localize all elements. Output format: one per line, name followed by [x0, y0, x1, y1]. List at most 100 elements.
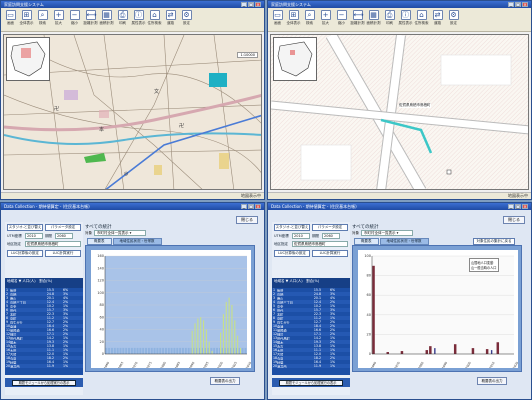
close-panel-button[interactable]: 閉じる [503, 216, 525, 224]
toolbar-icon: ⟷ [85, 10, 97, 20]
luc-run-button[interactable]: LUC計算実行 [45, 250, 81, 257]
road-map[interactable]: 佐賀県鳥栖市鳥栖町 [270, 34, 529, 190]
sort-button[interactable]: スタジオ-と並び替え [274, 224, 310, 231]
parameter-button[interactable]: パラメータ設定 [45, 224, 81, 231]
bar [156, 347, 159, 354]
region-list[interactable]: 地域名 ▼ 人口(人) 割合(%) 1 飯盛 15.5 6% 2 鳥栖 24.8 3% 3 鹿山 2… [272, 278, 350, 375]
chart-panel: 0 20 40 60 80 100 120 140 160 1960 1965 1970 1975 198… [85, 245, 255, 372]
bar [490, 350, 493, 354]
return-button[interactable]: 対象住民の集計に戻る [473, 238, 515, 245]
y-tick-label: 40 [100, 328, 104, 332]
topographic-map[interactable]: 本 文卍 卍 ◎ 1:10000 [3, 34, 262, 190]
start-year-field[interactable]: 2010 [25, 233, 43, 239]
footer-button[interactable]: 期間モジュールから処理実行の表示 [279, 379, 343, 386]
toolbar-button[interactable]: ⊞ 全体表示 [19, 10, 34, 29]
toolbar-button[interactable]: ▭ 画面 [270, 10, 285, 29]
footer-button[interactable]: 期間モジュールから処理実行の表示 [12, 379, 76, 386]
y-tick-label: 160 [97, 254, 104, 258]
end-year-field[interactable]: 2060 [55, 233, 73, 239]
sort-button[interactable]: スタジオ-と並び替え [7, 224, 43, 231]
list-cell: 1% [62, 364, 68, 368]
area-field[interactable]: 佐賀県鳥栖市鳥栖町 [25, 241, 81, 247]
tab-summary[interactable]: 概要表 [354, 238, 379, 245]
close-panel-button[interactable]: 閉じる [236, 216, 258, 224]
toolbar-button[interactable]: ⚙ 設定 [446, 10, 461, 29]
toolbar-button[interactable]: ▦ 面積計測 [99, 10, 114, 29]
bar [142, 347, 145, 354]
toolbar-button[interactable]: ⎙ 印刷 [115, 10, 130, 29]
toolbar-button[interactable]: − 縮小 [67, 10, 82, 29]
output-button[interactable]: 概要表の出力 [210, 377, 240, 385]
toolbar-button[interactable]: ⌕ 検索 [302, 10, 317, 29]
map-toolbar: ▭ 画面 ⊞ 全体表示 ⌕ 検索 + 拡大 − 縮小 ⟷ 距離計測 ▦ 面積計測 ⎙ 印刷 ⓘ 属性表示 ⌂ 住所検索… [1, 8, 264, 32]
toolbar-button[interactable]: ⊞ 全体表示 [286, 10, 301, 29]
bar [429, 346, 432, 354]
toolbar-button[interactable]: + 拡大 [51, 10, 66, 29]
toolbar-button[interactable]: ⚙ 設定 [179, 10, 194, 29]
toolbar-label: 設定 [450, 21, 457, 25]
close-button[interactable]: × [522, 204, 528, 209]
window-title: Data Collection - 期待値算定 - (住民基本台帳) [271, 203, 357, 209]
region-list[interactable]: 地域名 ▼ 人口(人) 割合(%) 1 飯盛 15.5 6% 2 鳥栖 24.8 3% 3 鹿山 2… [5, 278, 83, 375]
x-tick-label: 2010 [488, 361, 495, 368]
minimize-button[interactable]: _ [241, 204, 247, 209]
bar [164, 347, 167, 354]
bar [471, 348, 475, 354]
toolbar-button[interactable]: − 縮小 [334, 10, 349, 29]
luc-run-button[interactable]: LUC計算実行 [312, 250, 348, 257]
toolbar-button[interactable]: ▦ 面積計測 [366, 10, 381, 29]
bar [145, 347, 148, 354]
close-button[interactable]: × [522, 2, 528, 7]
maximize-button[interactable]: □ [515, 2, 521, 7]
toolbar-button[interactable]: ⟷ 距離計測 [350, 10, 365, 29]
luc-settings-button[interactable]: LUC計算後の設定 [7, 250, 43, 257]
output-button[interactable]: 概要表の出力 [477, 377, 507, 385]
close-button[interactable]: × [255, 204, 261, 209]
toolbar-button[interactable]: ⓘ 属性表示 [398, 10, 413, 29]
close-button[interactable]: × [255, 2, 261, 7]
end-year-field[interactable]: 2060 [322, 233, 340, 239]
toolbar-icon: ⊞ [288, 10, 299, 20]
toolbar-button[interactable]: ⓘ 属性表示 [131, 10, 146, 29]
bar [119, 347, 122, 354]
list-item[interactable]: 20 酒井西 11.9 1% [5, 364, 83, 368]
start-year-field[interactable]: 2010 [292, 233, 310, 239]
x-tick-label: 2005 [231, 361, 238, 368]
toolbar-button[interactable]: ⇄ 道路 [163, 10, 178, 29]
stats-window-right: Data Collection - 期待値算定 - (住民基本台帳) _ □ ×… [267, 202, 532, 400]
minimize-button[interactable]: _ [241, 2, 247, 7]
parameter-button[interactable]: パラメータ設定 [312, 224, 348, 231]
target-select[interactable]: 市町村全体一覧表示 ▾ [94, 230, 146, 236]
toolbar-button[interactable]: ⌕ 検索 [35, 10, 50, 29]
toolbar-button[interactable]: + 拡大 [318, 10, 333, 29]
target-select[interactable]: 市町村全体一覧表示 ▾ [361, 230, 413, 236]
minimize-button[interactable]: _ [508, 204, 514, 209]
toolbar-icon: ⎙ [384, 10, 395, 20]
area-field[interactable]: 佐賀県鳥栖市鳥栖町 [292, 241, 348, 247]
toolbar-button[interactable]: ▭ 画面 [3, 10, 18, 29]
tab-households[interactable]: 地域住民状況・世帯数 [112, 238, 162, 245]
toolbar-button[interactable]: ⌂ 住所検索 [414, 10, 429, 29]
x-tick-label: 1995 [202, 361, 209, 368]
maximize-button[interactable]: □ [248, 204, 254, 209]
toolbar-label: 設定 [183, 21, 190, 25]
status-text: 地図表示中 [241, 193, 261, 198]
luc-settings-button[interactable]: LUC計算後の設定 [274, 250, 310, 257]
toolbar-label: 全体表示 [19, 21, 34, 25]
toolbar-button[interactable]: ⟷ 距離計測 [83, 10, 98, 29]
toolbar-button[interactable]: ⎙ 印刷 [382, 10, 397, 29]
toolbar-button[interactable]: ⌂ 住所検索 [147, 10, 162, 29]
overview-inset-map[interactable] [6, 37, 50, 81]
y-tick-label: 0 [369, 352, 371, 356]
tab-households[interactable]: 地域住民状況・世帯数 [379, 238, 429, 245]
bar [231, 305, 233, 354]
list-item[interactable]: 20 酒井西 11.9 1% [272, 364, 350, 368]
toolbar-label: 住所検索 [147, 21, 162, 25]
minimize-button[interactable]: _ [508, 2, 514, 7]
overview-inset-map[interactable] [273, 37, 317, 81]
maximize-button[interactable]: □ [515, 204, 521, 209]
maximize-button[interactable]: □ [248, 2, 254, 7]
toolbar-icon: − [69, 10, 80, 20]
tab-summary[interactable]: 概要表 [87, 238, 112, 245]
toolbar-button[interactable]: ⇄ 道路 [430, 10, 445, 29]
